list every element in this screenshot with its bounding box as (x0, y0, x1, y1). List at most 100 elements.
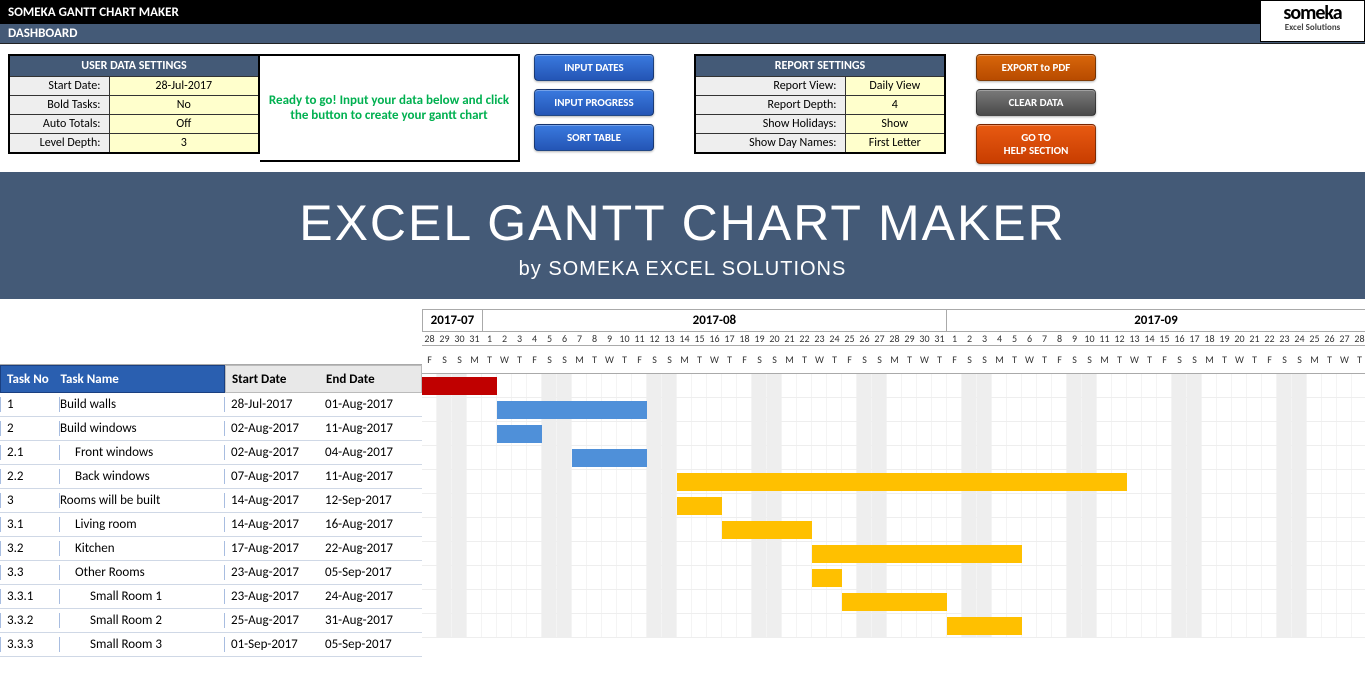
gantt-bar[interactable] (722, 521, 812, 539)
task-name: Small Room 3 (60, 637, 225, 652)
export-to-pdf-button[interactable]: EXPORT to PDF (976, 54, 1096, 81)
task-no: 2 (0, 421, 60, 436)
day-number: 2 (962, 332, 977, 345)
task-end: 11-Aug-2017 (325, 469, 420, 484)
setting-value[interactable]: 3 (109, 134, 259, 154)
task-row[interactable]: 3.3.1 Small Room 1 23-Aug-2017 24-Aug-20… (0, 585, 422, 609)
day-number: 5 (1007, 332, 1022, 345)
task-row[interactable]: 2.2 Back windows 07-Aug-2017 11-Aug-2017 (0, 465, 422, 489)
day-letter: W (1127, 353, 1142, 366)
day-letter: T (1007, 353, 1022, 366)
task-row[interactable]: 3.1 Living room 14-Aug-2017 16-Aug-2017 (0, 513, 422, 537)
gantt-row (422, 446, 1365, 470)
task-start: 23-Aug-2017 (225, 589, 325, 604)
day-number: 11 (1097, 332, 1112, 345)
task-no: 3.3 (0, 565, 60, 580)
gantt-bar[interactable] (677, 473, 1127, 491)
report-settings-title: REPORT SETTINGS (695, 55, 945, 77)
task-no: 2.2 (0, 469, 60, 484)
task-row[interactable]: 3.3.2 Small Room 2 25-Aug-2017 31-Aug-20… (0, 609, 422, 633)
day-number: 4 (992, 332, 1007, 345)
gantt-bar[interactable] (572, 449, 647, 467)
gantt-bar[interactable] (812, 545, 1022, 563)
input-dates-button[interactable]: INPUT DATES (534, 54, 654, 81)
gantt-bar[interactable] (497, 401, 647, 419)
setting-label: Start Date: (9, 77, 109, 96)
day-letter: S (1067, 353, 1082, 366)
calendar-side: 2017-072017-082017-09 282930311234567891… (422, 309, 1365, 657)
setting-value[interactable]: 4 (845, 96, 945, 115)
setting-value[interactable]: Off (109, 115, 259, 134)
task-name: Living room (60, 517, 225, 532)
day-letter: S (1292, 353, 1307, 366)
task-row[interactable]: 3.3 Other Rooms 23-Aug-2017 05-Sep-2017 (0, 561, 422, 585)
day-letter: S (437, 353, 452, 366)
gantt-bar[interactable] (947, 617, 1022, 635)
gantt-row (422, 398, 1365, 422)
day-number: 25 (1307, 332, 1322, 345)
setting-value[interactable]: 28-Jul-2017 (109, 77, 259, 96)
day-number: 9 (602, 332, 617, 345)
day-number: 20 (767, 332, 782, 345)
day-letter: W (1022, 353, 1037, 366)
title-banner: EXCEL GANTT CHART MAKER by SOMEKA EXCEL … (0, 172, 1365, 299)
setting-value[interactable]: Daily View (845, 77, 945, 96)
setting-value[interactable]: First Letter (845, 134, 945, 154)
task-end: 22-Aug-2017 (325, 541, 420, 556)
gantt-row (422, 566, 1365, 590)
day-number: 26 (1322, 332, 1337, 345)
day-letter: M (1307, 353, 1322, 366)
day-letter: M (1202, 353, 1217, 366)
task-row[interactable]: 3.2 Kitchen 17-Aug-2017 22-Aug-2017 (0, 537, 422, 561)
clear-data-button[interactable]: CLEAR DATA (976, 89, 1096, 116)
day-number: 16 (1172, 332, 1187, 345)
setting-value[interactable]: Show (845, 115, 945, 134)
day-letter: T (1037, 353, 1052, 366)
day-number: 29 (902, 332, 917, 345)
gantt-bar[interactable] (812, 569, 842, 587)
task-start: 01-Sep-2017 (225, 637, 325, 652)
header-task-name: Task Name (61, 372, 225, 387)
month-header-row: 2017-072017-082017-09 (422, 309, 1365, 332)
day-letter: M (467, 353, 482, 366)
task-end: 12-Sep-2017 (325, 493, 420, 508)
go-to-help-section-button[interactable]: GO TO HELP SECTION (976, 124, 1096, 164)
day-number: 11 (632, 332, 647, 345)
gantt-row (422, 614, 1365, 638)
task-row[interactable]: 2 Build windows 02-Aug-2017 11-Aug-2017 (0, 417, 422, 441)
day-number: 31 (467, 332, 482, 345)
title-bar: SOMEKA GANTT CHART MAKER someka Excel So… (0, 0, 1365, 24)
day-number: 6 (557, 332, 572, 345)
gantt-row (422, 374, 1365, 398)
day-number: 17 (1187, 332, 1202, 345)
setting-label: Level Depth: (9, 134, 109, 154)
task-row[interactable]: 2.1 Front windows 02-Aug-2017 04-Aug-201… (0, 441, 422, 465)
gantt-bar[interactable] (842, 593, 947, 611)
task-no: 3 (0, 493, 60, 508)
day-letter: T (722, 353, 737, 366)
report-settings-table: REPORT SETTINGS Report View:Daily ViewRe… (694, 54, 946, 154)
gantt-bar[interactable] (497, 425, 542, 443)
task-name: Other Rooms (60, 565, 225, 580)
task-row[interactable]: 3.3.3 Small Room 3 01-Sep-2017 05-Sep-20… (0, 633, 422, 657)
sort-table-button[interactable]: SORT TABLE (534, 124, 654, 151)
task-row[interactable]: 1 Build walls 28-Jul-2017 01-Aug-2017 (0, 393, 422, 417)
task-row[interactable]: 3 Rooms will be built 14-Aug-2017 12-Sep… (0, 489, 422, 513)
day-number: 27 (1337, 332, 1352, 345)
gantt-bar[interactable] (422, 377, 497, 395)
day-letter: M (677, 353, 692, 366)
day-letter: S (1082, 353, 1097, 366)
day-letter: T (1352, 353, 1365, 366)
day-number: 8 (587, 332, 602, 345)
day-letter: F (632, 353, 647, 366)
setting-value[interactable]: No (109, 96, 259, 115)
task-start: 25-Aug-2017 (225, 613, 325, 628)
day-letter: F (947, 353, 962, 366)
task-end: 05-Sep-2017 (325, 565, 420, 580)
day-letter: T (1217, 353, 1232, 366)
gantt-bar[interactable] (677, 497, 722, 515)
day-number: 5 (542, 332, 557, 345)
day-number: 26 (857, 332, 872, 345)
day-number: 31 (932, 332, 947, 345)
input-progress-button[interactable]: INPUT PROGRESS (534, 89, 654, 116)
